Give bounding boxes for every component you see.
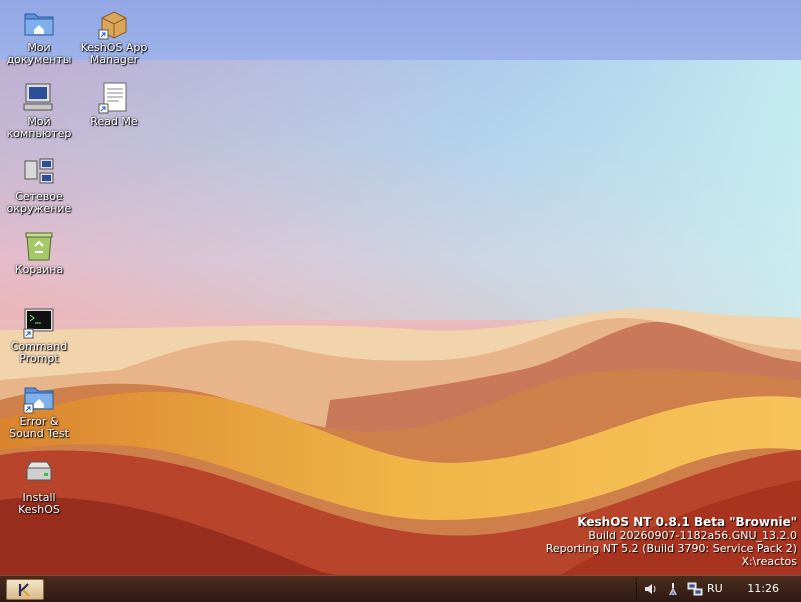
version-watermark: KeshOS NT 0.8.1 Beta "Brownie" Build 202…: [545, 515, 797, 569]
icon-label: Read Me: [90, 115, 138, 128]
my-computer-icon-item[interactable]: Мой компьютер: [1, 80, 77, 140]
hard-drive-icon: [22, 456, 56, 490]
taskbar: RU 11:26: [0, 575, 801, 602]
version-reporting: Reporting NT 5.2 (Build 3790: Service Pa…: [545, 542, 797, 555]
icon-label: Error & Sound Test: [9, 415, 69, 440]
start-logo-icon: [18, 582, 30, 597]
start-button[interactable]: [6, 579, 44, 600]
folder-documents-icon: [22, 6, 56, 40]
recycle-bin-icon-item[interactable]: Корзина: [1, 228, 77, 276]
network-icon: [22, 155, 56, 189]
keshos-app-manager-icon-item[interactable]: KeshOS App Manager: [76, 6, 152, 66]
version-title: KeshOS NT 0.8.1 Beta "Brownie": [577, 515, 797, 529]
system-tray: RU 11:26: [636, 578, 801, 599]
desktop[interactable]: Мои документы KeshOS App Manager Мой ком…: [0, 0, 801, 575]
clock[interactable]: 11:26: [747, 582, 779, 595]
icon-label: Корзина: [14, 263, 64, 276]
version-build: Build 20260907-1182a56.GNU_13.2.0: [588, 529, 797, 542]
error-sound-test-icon-item[interactable]: Error & Sound Test: [1, 380, 77, 440]
folder-home-icon: [22, 380, 56, 414]
my-documents-icon-item[interactable]: Мои документы: [1, 6, 77, 66]
package-box-icon: [97, 6, 131, 40]
icon-label: Мои документы: [6, 41, 72, 66]
icon-label: Сетевое окружение: [6, 190, 72, 215]
trash-bin-icon: [22, 228, 56, 262]
command-prompt-icon-item[interactable]: Command Prompt: [1, 305, 77, 365]
icon-label: Мой компьютер: [6, 115, 72, 140]
network-status-icon[interactable]: [687, 581, 703, 597]
install-keshos-icon-item[interactable]: Install KeshOS: [1, 456, 77, 516]
read-me-icon-item[interactable]: Read Me: [76, 80, 152, 128]
terminal-icon: [22, 305, 56, 339]
safely-remove-hardware-icon[interactable]: [665, 581, 681, 597]
icon-label: KeshOS App Manager: [80, 41, 148, 66]
icon-label: Install KeshOS: [18, 491, 60, 516]
language-indicator[interactable]: RU: [707, 582, 723, 595]
icon-label: Command Prompt: [10, 340, 68, 365]
computer-icon: [22, 80, 56, 114]
volume-icon[interactable]: [643, 581, 659, 597]
version-path: X:\reactos: [741, 555, 797, 568]
text-document-icon: [97, 80, 131, 114]
network-places-icon-item[interactable]: Сетевое окружение: [1, 155, 77, 215]
